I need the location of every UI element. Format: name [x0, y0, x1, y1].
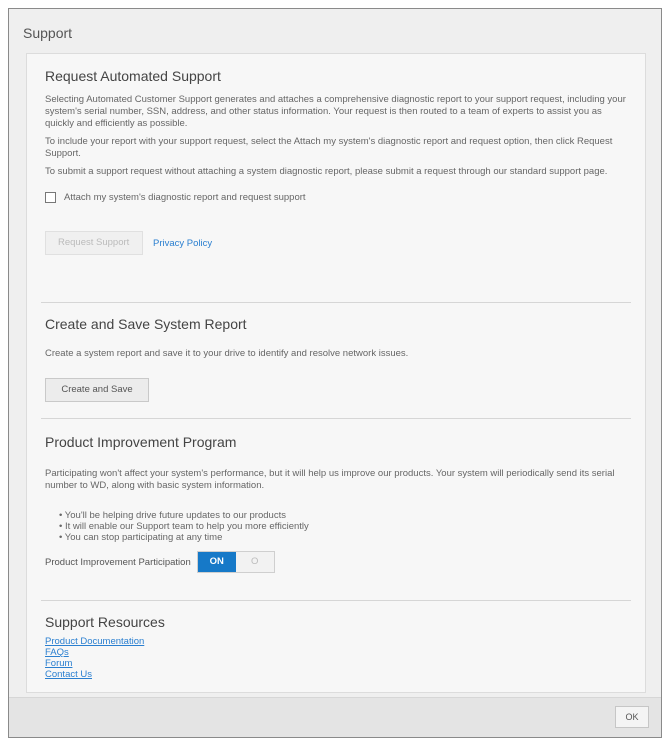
product-improvement-description: Participating won't affect your system's… [45, 468, 615, 491]
product-documentation-link[interactable]: Product Documentation [45, 636, 631, 647]
dialog-title: Support [23, 25, 73, 41]
toggle-off-option[interactable]: O [235, 552, 274, 572]
create-and-save-button[interactable]: Create and Save [45, 378, 149, 402]
contact-us-link[interactable]: Contact Us [45, 669, 631, 680]
attach-report-checkbox[interactable] [45, 192, 56, 203]
create-save-wrap: Create and Save [45, 378, 631, 402]
attach-report-label: Attach my system's diagnostic report and… [64, 192, 306, 203]
toggle-on-option[interactable]: ON [197, 552, 236, 572]
request-actions: Request Support Privacy Policy [45, 231, 631, 255]
automated-support-instructions: To include your report with your support… [45, 136, 613, 159]
support-dialog: Support Request Automated Support Select… [8, 8, 662, 738]
system-report-section: Create and Save System Report Create a s… [45, 316, 631, 402]
support-resources-links: Product Documentation FAQs Forum Contact… [45, 636, 631, 680]
faqs-link[interactable]: FAQs [45, 647, 631, 658]
list-item: You'll be helping drive future updates t… [59, 510, 631, 521]
support-resources-title: Support Resources [45, 614, 165, 630]
support-resources-section: Support Resources Product Documentation … [45, 614, 631, 680]
list-item: You can stop participating at any time [59, 532, 631, 543]
section-divider [41, 302, 631, 303]
dialog-footer: OK [9, 697, 661, 737]
attach-report-row: Attach my system's diagnostic report and… [45, 192, 631, 203]
participation-row: Product Improvement Participation ON O [45, 551, 631, 573]
privacy-policy-link[interactable]: Privacy Policy [153, 238, 212, 249]
forum-link[interactable]: Forum [45, 658, 631, 669]
automated-support-description: Selecting Automated Customer Support gen… [45, 94, 626, 129]
participation-label: Product Improvement Participation [45, 556, 191, 568]
ok-button[interactable]: OK [615, 706, 649, 728]
automated-support-title: Request Automated Support [45, 68, 221, 84]
list-item: It will enable our Support team to help … [59, 521, 631, 532]
product-improvement-section: Product Improvement Program Participatin… [45, 434, 631, 573]
product-improvement-title: Product Improvement Program [45, 434, 237, 450]
section-divider [41, 418, 631, 419]
automated-support-alt-instructions: To submit a support request without atta… [45, 166, 608, 177]
automated-support-section: Request Automated Support Selecting Auto… [45, 68, 631, 255]
improvement-bullets: You'll be helping drive future updates t… [59, 510, 631, 543]
participation-toggle[interactable]: ON O [196, 551, 275, 573]
system-report-description: Create a system report and save it to yo… [45, 348, 409, 359]
section-divider [41, 600, 631, 601]
system-report-title: Create and Save System Report [45, 316, 247, 332]
support-panel: Request Automated Support Selecting Auto… [26, 53, 646, 693]
request-support-button[interactable]: Request Support [45, 231, 143, 255]
